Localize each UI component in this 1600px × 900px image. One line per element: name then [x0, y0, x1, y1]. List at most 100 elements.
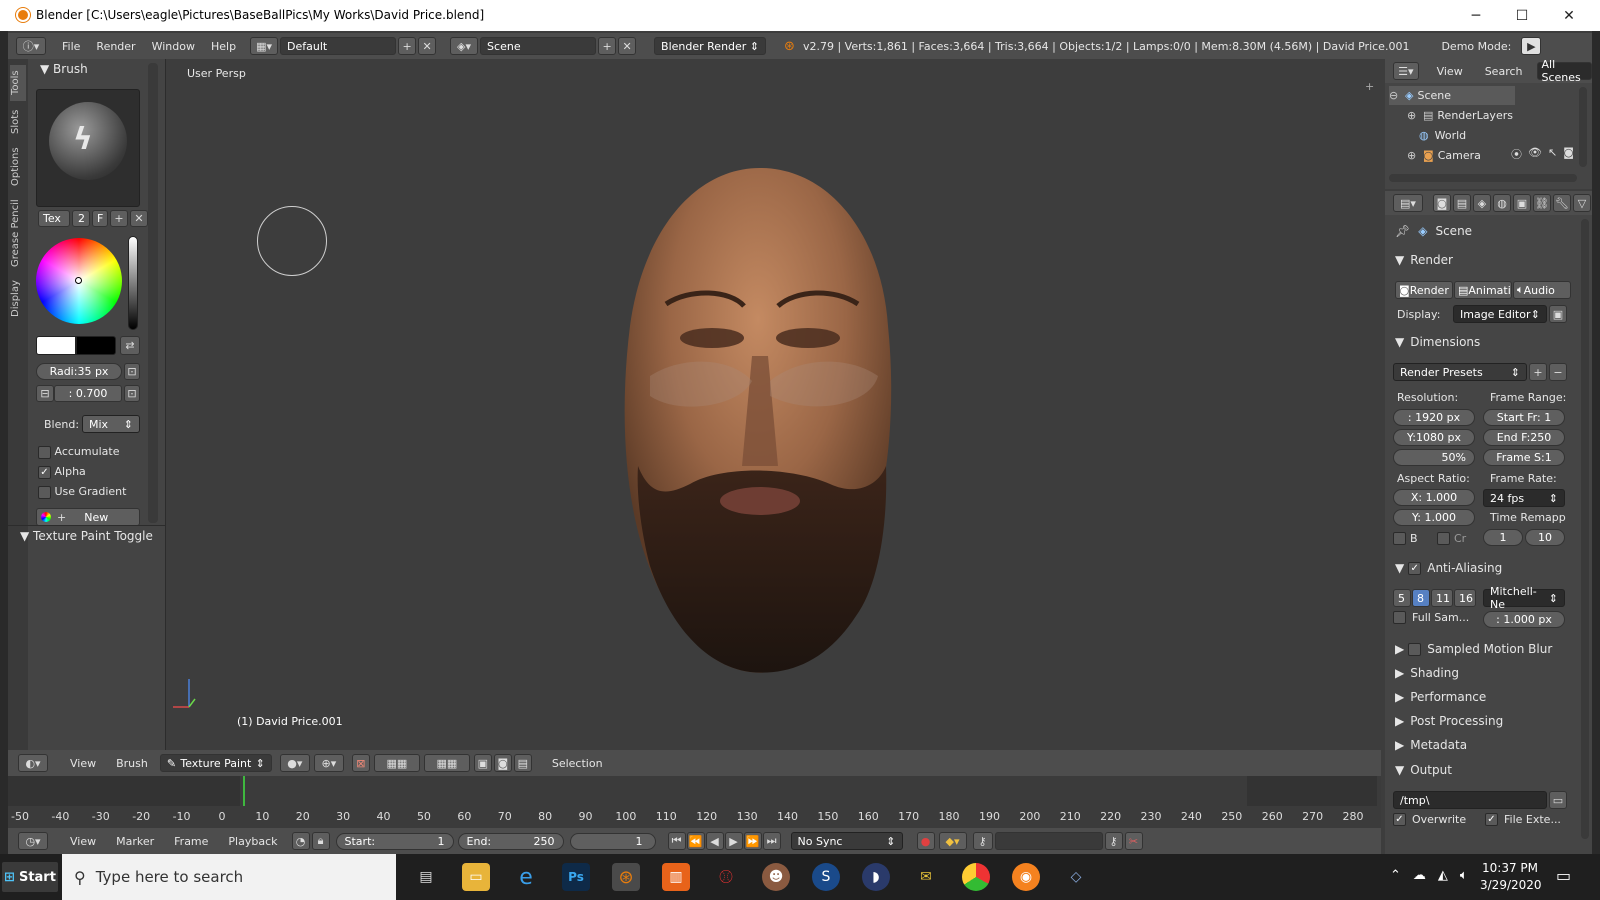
editor-type-outliner-icon[interactable]: ☰▾	[1393, 62, 1419, 80]
render-engine-dropdown[interactable]: Blender Render ⇕	[654, 37, 767, 55]
add-brush-icon[interactable]: +	[110, 210, 128, 227]
render-presets-dropdown[interactable]: Render Presets ⇕	[1393, 363, 1527, 381]
value-slider[interactable]	[128, 236, 138, 330]
start-frame-prop[interactable]: Start Fr: 1	[1483, 409, 1565, 426]
strength-pressure-icon[interactable]: ⊡	[124, 385, 140, 402]
close-button[interactable]: ✕	[1545, 0, 1593, 31]
data-tab-icon[interactable]: ▽	[1573, 194, 1591, 212]
render-preview-icon[interactable]: ▣	[473, 754, 492, 772]
screen-layout-icon[interactable]: ▦▾	[250, 37, 279, 55]
tray-expand-icon[interactable]: ⌃	[1390, 868, 1401, 883]
tab-grease-pencil[interactable]: Grease Pencil	[10, 195, 26, 271]
layers-a-icon[interactable]: ▦▦	[373, 754, 420, 772]
outliner-item-world[interactable]: ◍ World	[1419, 126, 1466, 145]
accumulate-option[interactable]: Accumulate	[38, 445, 119, 459]
outliner-v-scrollbar[interactable]	[1579, 87, 1587, 167]
blender-taskbar-icon[interactable]: ⊛	[612, 863, 640, 891]
menu-marker[interactable]: Marker	[108, 835, 162, 848]
timeline-area[interactable]: -50 -40 -30 -20 -10 0 10 20 30 40 50 60 70 80 90 100 110…	[8, 776, 1381, 836]
add-scene-icon[interactable]: +	[598, 37, 617, 55]
jump-end-icon[interactable]: ⏭	[762, 832, 781, 850]
play-icon[interactable]: ▶	[724, 832, 743, 850]
modifiers-tab-icon[interactable]: 🔧︎	[1553, 194, 1571, 212]
overwrite-option[interactable]: ✓ Overwrite	[1393, 813, 1466, 826]
border-option[interactable]: B	[1393, 532, 1418, 545]
file-ext-option[interactable]: ✓ File Exte...	[1485, 813, 1561, 826]
delete-key-icon[interactable]: ✂	[1124, 832, 1143, 850]
use-gradient-option[interactable]: Use Gradient	[38, 485, 126, 499]
add-layout-icon[interactable]: +	[398, 37, 417, 55]
photoshop-icon[interactable]: Ps	[562, 863, 590, 891]
outliner-item-renderlayers[interactable]: ⊕ ▤ RenderLayers	[1407, 106, 1513, 125]
shading-mode-icon[interactable]: ●▾	[279, 754, 310, 772]
app-blue-icon[interactable]: S	[812, 863, 840, 891]
record-icon[interactable]: ●	[916, 832, 935, 850]
sync-dropdown[interactable]: No Sync ⇕	[790, 832, 903, 850]
performance-panel-header[interactable]: ▶ Performance	[1385, 686, 1592, 708]
anti-aliasing-checkbox[interactable]: ✓	[1408, 561, 1422, 575]
camera-icon[interactable]: ◙	[493, 754, 512, 772]
accumulate-checkbox[interactable]	[38, 445, 51, 459]
baseball-icon[interactable]: ⚾︎	[712, 863, 740, 891]
minimize-button[interactable]: ─	[1453, 0, 1499, 31]
add-preset-icon[interactable]: +	[1529, 363, 1547, 381]
scene-field[interactable]: Scene	[480, 37, 597, 55]
fake-user-button[interactable]: F	[92, 210, 108, 227]
editor-type-properties-icon[interactable]: ▤▾	[1393, 194, 1423, 212]
viewport-corner-icon[interactable]: +	[1365, 80, 1374, 93]
file-explorer-icon[interactable]: ▭	[462, 863, 490, 891]
preview-range-icon[interactable]: ◔	[291, 832, 310, 850]
aa-sample-11[interactable]: 11	[1431, 589, 1453, 607]
filter-size-field[interactable]: : 1.000 px	[1483, 611, 1565, 628]
tab-slots[interactable]: Slots	[10, 105, 26, 139]
aa-sample-8[interactable]: 8	[1412, 589, 1430, 607]
camera-data-icon[interactable]: ⦿	[1511, 146, 1522, 162]
notification-icon[interactable]: ▭	[1556, 866, 1571, 885]
jump-start-icon[interactable]: ⏮	[667, 832, 686, 850]
render-panel-header[interactable]: ▼ Render	[1385, 249, 1592, 271]
strength-lock-icon[interactable]: ⊟	[36, 385, 54, 402]
firefox-icon[interactable]: ◉	[1012, 863, 1040, 891]
motion-blur-panel-header[interactable]: ▶ Sampled Motion Blur	[1385, 638, 1592, 660]
file-ext-checkbox[interactable]: ✓	[1485, 813, 1498, 826]
task-view-icon[interactable]: ▤	[412, 863, 440, 891]
lock-icon[interactable]: 🔒︎	[311, 832, 330, 850]
network-icon[interactable]: ◭	[1438, 868, 1448, 883]
menu-file[interactable]: File	[54, 40, 88, 53]
aa-sample-5[interactable]: 5	[1393, 589, 1411, 607]
play-reverse-icon[interactable]: ◀	[705, 832, 724, 850]
keying-set-field[interactable]	[994, 832, 1103, 850]
outliner-h-scrollbar[interactable]	[1389, 174, 1577, 182]
mask-icon[interactable]: ⊠	[351, 754, 370, 772]
pivot-icon[interactable]: ⊕▾	[313, 754, 344, 772]
remove-layout-icon[interactable]: ✕	[418, 37, 437, 55]
output-panel-header[interactable]: ▼ Output	[1385, 759, 1592, 781]
menu-frame[interactable]: Frame	[166, 835, 216, 848]
secondary-color-swatch[interactable]	[76, 336, 116, 355]
menu-render[interactable]: Render	[88, 40, 143, 53]
folder-icon[interactable]: ▭	[1549, 791, 1567, 809]
display-window-icon[interactable]: ▣	[1549, 305, 1567, 323]
volume-icon[interactable]: 🔈︎	[1460, 868, 1468, 883]
texture-paint-toggle-header[interactable]: ▼ Texture Paint Toggle	[20, 529, 153, 543]
menu-tl-view[interactable]: View	[62, 835, 104, 848]
taskbar-search-box[interactable]: ⚲ Type here to search	[62, 854, 396, 900]
film-icon[interactable]: ▤	[513, 754, 532, 772]
animation-button[interactable]: ▤ Animati	[1454, 281, 1512, 299]
editor-type-3d-icon[interactable]: ◐▾	[18, 754, 48, 772]
menu-playback[interactable]: Playback	[220, 835, 285, 848]
metadata-panel-header[interactable]: ▶ Metadata	[1385, 734, 1592, 756]
render-button[interactable]: ◙ Render	[1395, 281, 1453, 299]
pin-icon[interactable]: 📌︎	[1395, 224, 1410, 238]
outliner-view[interactable]: View	[1429, 65, 1471, 78]
remove-preset-icon[interactable]: −	[1549, 363, 1567, 381]
swap-colors-icon[interactable]: ⇄	[120, 336, 140, 355]
crop-option[interactable]: Cr	[1437, 532, 1466, 545]
render-layers-tab-icon[interactable]: ▤	[1453, 194, 1471, 212]
3d-viewport[interactable]: User Persp + (1) David Price.001	[169, 59, 1381, 750]
app-league-icon[interactable]: ◗	[862, 863, 890, 891]
resolution-x-field[interactable]: : 1920 px	[1393, 409, 1475, 426]
overwrite-checkbox[interactable]: ✓	[1393, 813, 1406, 826]
object-tab-icon[interactable]: ▣	[1513, 194, 1531, 212]
tool-shelf-scrollbar[interactable]	[148, 63, 158, 523]
